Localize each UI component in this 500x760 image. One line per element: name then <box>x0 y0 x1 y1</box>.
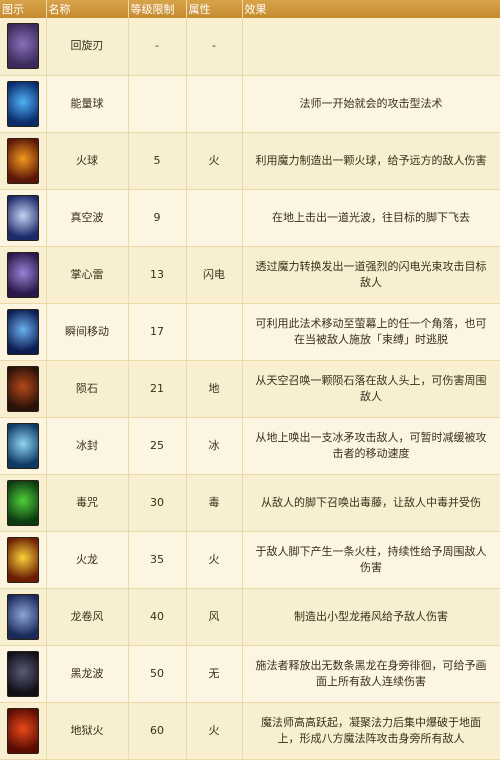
icon-cell <box>0 189 47 247</box>
skill-effect <box>242 18 500 76</box>
table-row: 火球 5 火利用魔力制造出一颗火球，给予远方的敌人伤害 <box>0 132 500 190</box>
skill-attr: - <box>186 18 243 76</box>
skill-name: 火球 <box>46 132 129 190</box>
skill-effect: 利用魔力制造出一颗火球，给予远方的敌人伤害 <box>242 132 500 190</box>
skill-table: 图示 名称 等级限制 属性 效果 回旋刃 - - 能量球 法师一开始就会的攻击型法术 火球… <box>0 0 500 760</box>
skill-level <box>128 75 187 133</box>
header-level: 等级限制 <box>128 0 187 18</box>
skill-attr: 风 <box>186 588 243 646</box>
skill-attr: 闪电 <box>186 246 243 304</box>
skill-effect: 施法者释放出无数条黑龙在身旁徘徊，可给予画面上所有敌人连续伤害 <box>242 645 500 703</box>
skill-effect: 从天空召唤一颗陨石落在敌人头上，可伤害周围敌人 <box>242 360 500 418</box>
icon-cell <box>0 702 47 760</box>
table-row: 回旋刃 - - <box>0 18 500 76</box>
skill-level: 13 <box>128 246 187 304</box>
palm-thunder-icon <box>6 251 39 298</box>
skill-name: 龙卷风 <box>46 588 129 646</box>
skill-effect: 从敌人的脚下召唤出毒藤，让敌人中毒并受伤 <box>242 474 500 532</box>
table-row: 冰封 25 冰从地上唤出一支冰矛攻击敌人，可暂时减缓被攻击者的移动速度 <box>0 417 500 475</box>
skill-attr: 地 <box>186 360 243 418</box>
skill-name: 冰封 <box>46 417 129 475</box>
skill-effect: 可利用此法术移动至萤幕上的任一个角落，也可在当被敌人施放「束缚」时逃脱 <box>242 303 500 361</box>
skill-effect: 透过魔力转换发出一道强烈的闪电光束攻击目标敌人 <box>242 246 500 304</box>
icon-cell <box>0 588 47 646</box>
skill-attr: 火 <box>186 702 243 760</box>
icon-cell <box>0 531 47 589</box>
skill-attr <box>186 303 243 361</box>
table-row: 黑龙波 50 无施法者释放出无数条黑龙在身旁徘徊，可给予画面上所有敌人连续伤害 <box>0 645 500 703</box>
skill-attr <box>186 189 243 247</box>
skill-attr: 冰 <box>186 417 243 475</box>
icon-cell <box>0 18 47 76</box>
icon-cell <box>0 360 47 418</box>
icon-cell <box>0 75 47 133</box>
icon-cell <box>0 645 47 703</box>
skill-level: 5 <box>128 132 187 190</box>
skill-name: 真空波 <box>46 189 129 247</box>
skill-name: 陨石 <box>46 360 129 418</box>
skill-level: 30 <box>128 474 187 532</box>
table-row: 地狱火 60 火魔法师高高跃起，凝聚法力后集中爆破于地面上，形成八方魔法阵攻击身旁所… <box>0 702 500 760</box>
skill-level: 9 <box>128 189 187 247</box>
skill-attr: 火 <box>186 531 243 589</box>
table-row: 瞬间移动 17 可利用此法术移动至萤幕上的任一个角落，也可在当被敌人施放「束缚」时逃… <box>0 303 500 361</box>
skill-level: 50 <box>128 645 187 703</box>
skill-level: 17 <box>128 303 187 361</box>
skill-level: 60 <box>128 702 187 760</box>
table-row: 陨石 21 地从天空召唤一颗陨石落在敌人头上，可伤害周围敌人 <box>0 360 500 418</box>
skill-attr: 毒 <box>186 474 243 532</box>
ice-seal-icon <box>6 422 39 469</box>
teleport-icon <box>6 308 39 355</box>
skill-name: 毒咒 <box>46 474 129 532</box>
table-row: 毒咒 30 毒从敌人的脚下召唤出毒藤，让敌人中毒并受伤 <box>0 474 500 532</box>
icon-cell <box>0 132 47 190</box>
icon-cell <box>0 474 47 532</box>
skill-effect: 从地上唤出一支冰矛攻击敌人，可暂时减缓被攻击者的移动速度 <box>242 417 500 475</box>
fireball-icon <box>6 137 39 184</box>
skill-attr: 无 <box>186 645 243 703</box>
table-header-row: 图示 名称 等级限制 属性 效果 <box>0 0 500 18</box>
header-icon: 图示 <box>0 0 47 18</box>
skill-name: 回旋刃 <box>46 18 129 76</box>
skill-attr <box>186 75 243 133</box>
header-attr: 属性 <box>186 0 243 18</box>
table-row: 龙卷风 40 风制造出小型龙捲风给予敌人伤害 <box>0 588 500 646</box>
skill-name: 掌心雷 <box>46 246 129 304</box>
table-row: 能量球 法师一开始就会的攻击型法术 <box>0 75 500 133</box>
skill-name: 地狱火 <box>46 702 129 760</box>
skill-effect: 魔法师高高跃起，凝聚法力后集中爆破于地面上，形成八方魔法阵攻击身旁所有敌人 <box>242 702 500 760</box>
meteor-icon <box>6 365 39 412</box>
skill-level: 35 <box>128 531 187 589</box>
energy-orb-icon <box>6 80 39 127</box>
header-effect: 效果 <box>242 0 500 18</box>
skill-level: - <box>128 18 187 76</box>
skill-effect: 于敌人脚下产生一条火柱，持续性给予周围敌人伤害 <box>242 531 500 589</box>
table-row: 真空波 9 在地上击出一道光波，往目标的脚下飞去 <box>0 189 500 247</box>
table-row: 掌心雷 13 闪电 透过魔力转换发出一道强烈的闪电光束攻击目标敌人 <box>0 246 500 304</box>
skill-effect: 制造出小型龙捲风给予敌人伤害 <box>242 588 500 646</box>
skill-name: 瞬间移动 <box>46 303 129 361</box>
skill-name: 黑龙波 <box>46 645 129 703</box>
skill-attr: 火 <box>186 132 243 190</box>
skill-effect: 在地上击出一道光波，往目标的脚下飞去 <box>242 189 500 247</box>
spiral-blade-icon <box>6 23 39 70</box>
table-row: 火龙 35 火于敌人脚下产生一条火柱，持续性给予周围敌人伤害 <box>0 531 500 589</box>
black-dragon-wave-icon <box>6 650 39 697</box>
fire-dragon-icon <box>6 536 39 583</box>
skill-name: 火龙 <box>46 531 129 589</box>
skill-level: 25 <box>128 417 187 475</box>
skill-level: 40 <box>128 588 187 646</box>
header-name: 名称 <box>46 0 129 18</box>
icon-cell <box>0 246 47 304</box>
vacuum-wave-icon <box>6 194 39 241</box>
skill-level: 21 <box>128 360 187 418</box>
skill-effect: 法师一开始就会的攻击型法术 <box>242 75 500 133</box>
icon-cell <box>0 303 47 361</box>
skill-name: 能量球 <box>46 75 129 133</box>
hellfire-icon <box>6 707 39 754</box>
tornado-icon <box>6 593 39 640</box>
icon-cell <box>0 417 47 475</box>
poison-curse-icon <box>6 479 39 526</box>
